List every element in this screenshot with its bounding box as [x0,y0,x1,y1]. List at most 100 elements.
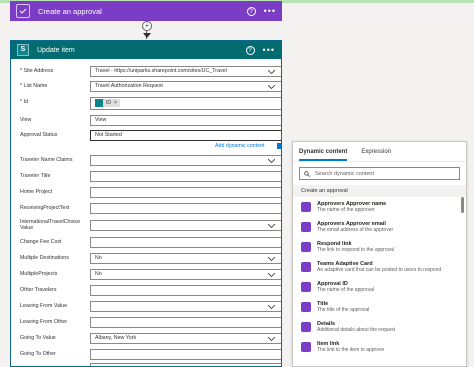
create-approval-card[interactable]: Create an approval ? ••• [10,1,282,21]
chevron-down-icon [268,254,275,261]
field-row-going-to-value: Going To Value Albany, New York [11,333,281,345]
field-row-id: * Id ID × [11,97,281,110]
remove-token-icon[interactable]: × [114,99,117,108]
field-label: Change Fee Cost [20,239,62,245]
search-input[interactable]: Search dynamic content [299,167,460,180]
approval-icon [16,4,30,18]
field-label: InternationalTravelChoice Value [20,219,81,231]
approval-icon [301,342,311,352]
scrollbar[interactable] [461,197,464,213]
sharepoint-icon: S [17,44,29,56]
field-row-international-travel: InternationalTravelChoice Value [11,219,281,232]
more-options-icon[interactable]: ••• [264,6,276,16]
dynamic-item[interactable]: Teams Adaptive Card An adaptive card tha… [293,257,466,277]
list-name-dropdown[interactable]: Travel Authorization Request [90,81,281,92]
item-desc: An adaptive card that can be posted to u… [317,267,442,273]
id-token[interactable]: ID × [95,99,120,107]
other-travelers-input[interactable] [90,285,281,296]
add-step-button[interactable]: + [142,21,152,31]
field-label: View [20,117,32,123]
field-row-list-name: * List Name Travel Authorization Request [11,81,281,93]
going-to-dropdown[interactable]: Albany, New York [90,333,281,344]
dynamic-item[interactable]: Item link The link to the item to approv… [293,337,466,357]
approval-status-input[interactable]: Not Started [90,130,281,141]
traveler-name-claims-dropdown[interactable] [90,155,281,166]
token-label: ID [106,99,111,106]
traveler-title-input[interactable] [90,171,281,182]
field-row-other-travelers: Other Travelers [11,285,281,297]
approval-icon [301,302,311,312]
field-row-receiving-project: ReceivingProjectText [11,203,281,215]
dynamic-item[interactable]: Approvers Approver name The name of the … [293,197,466,217]
chevron-down-icon [268,270,275,277]
tab-dynamic-content[interactable]: Dynamic content [299,142,348,161]
field-row-view: View View [11,115,281,127]
approval-icon [301,202,311,212]
approval-title: Create an approval [38,6,102,16]
field-row-leaving-from-other: Leaving From Other [11,317,281,329]
field-label: * List Name [20,83,48,89]
more-options-icon[interactable]: ••• [263,45,275,55]
approval-icon [301,222,311,232]
dynamic-content-icon[interactable] [277,143,281,149]
update-item-card: S Update item ? ••• * Site Address Trave… [10,40,282,367]
field-row-traveler-title: Traveler Title [11,171,281,183]
item-desc: Additional details about the request [317,327,396,333]
receiving-project-input[interactable] [90,203,281,214]
field-label: Multiple Destinations [20,255,69,261]
going-to-other-input[interactable] [90,349,281,360]
field-value: No [95,255,102,261]
search-placeholder: Search dynamic content [315,170,375,177]
sharepoint-icon [95,99,103,107]
field-row-going-to-other: Going To Other [11,349,281,361]
field-row-site-address: * Site Address Travel - https://uniparks… [11,66,281,78]
field-label: Other Travelers [20,287,57,293]
item-desc: The email address of the approver [317,227,394,233]
field-row-multiple-destinations: Multiple Destinations No [11,253,281,265]
field-row-leaving-from-value: Leaving From Value [11,301,281,313]
multiple-destinations-dropdown[interactable]: No [90,253,281,264]
change-fee-cost-input[interactable] [90,237,281,248]
chevron-down-icon [268,82,275,89]
arrow-down-icon [143,33,151,40]
field-value: View [95,117,107,123]
item-desc: The title of the approval [317,307,370,313]
field-label: Traveler Name Claims [20,157,73,163]
field-row-multiple-projects: MultipleProjects No [11,269,281,281]
field-label: Home Project [20,189,53,195]
approval-icon [301,322,311,332]
home-project-input[interactable] [90,187,281,198]
leaving-from-other-input[interactable] [90,317,281,328]
partial-dropdown[interactable] [90,363,281,366]
field-value: Travel Authorization Request [95,83,163,89]
dynamic-item[interactable]: Approvers Approver email The email addre… [293,217,466,237]
field-row-change-fee-cost: Change Fee Cost [11,237,281,249]
approval-icon [301,262,311,272]
update-item-title: Update item [37,46,75,54]
tab-expression[interactable]: Expression [361,142,391,161]
field-label: Going To Value [20,335,56,341]
item-desc: The link to respond to the approval [317,247,394,253]
view-input[interactable]: View [90,115,281,126]
field-label: * Site Address [20,68,54,74]
item-desc: The name of the approver [317,207,375,213]
update-item-header[interactable]: S Update item ? ••• [11,41,281,59]
dynamic-content-panel: Dynamic content Expression Search dynami… [292,141,467,367]
search-icon [304,170,310,177]
site-address-dropdown[interactable]: Travel - https://uniparks.sharepoint.com… [90,66,281,77]
dynamic-item[interactable]: Approval ID The name of the approval [293,277,466,297]
leaving-from-dropdown[interactable] [90,301,281,312]
dynamic-item[interactable]: Details Additional details about the req… [293,317,466,337]
multiple-projects-dropdown[interactable]: No [90,269,281,280]
add-dynamic-content-link[interactable]: Add dynamic content [215,143,264,149]
help-icon[interactable]: ? [245,45,255,55]
field-value: Travel - https://uniparks.sharepoint.com… [95,68,227,74]
international-travel-dropdown[interactable] [90,220,281,231]
field-row-approval-status: Approval Status Not Started [11,130,281,142]
field-label: * Id [20,99,28,105]
id-field[interactable]: ID × [90,97,281,110]
item-desc: The link to the item to approve [317,347,385,353]
dynamic-item[interactable]: Title The title of the approval [293,297,466,317]
help-icon[interactable]: ? [246,6,256,16]
dynamic-item[interactable]: Respond link The link to respond to the … [293,237,466,257]
